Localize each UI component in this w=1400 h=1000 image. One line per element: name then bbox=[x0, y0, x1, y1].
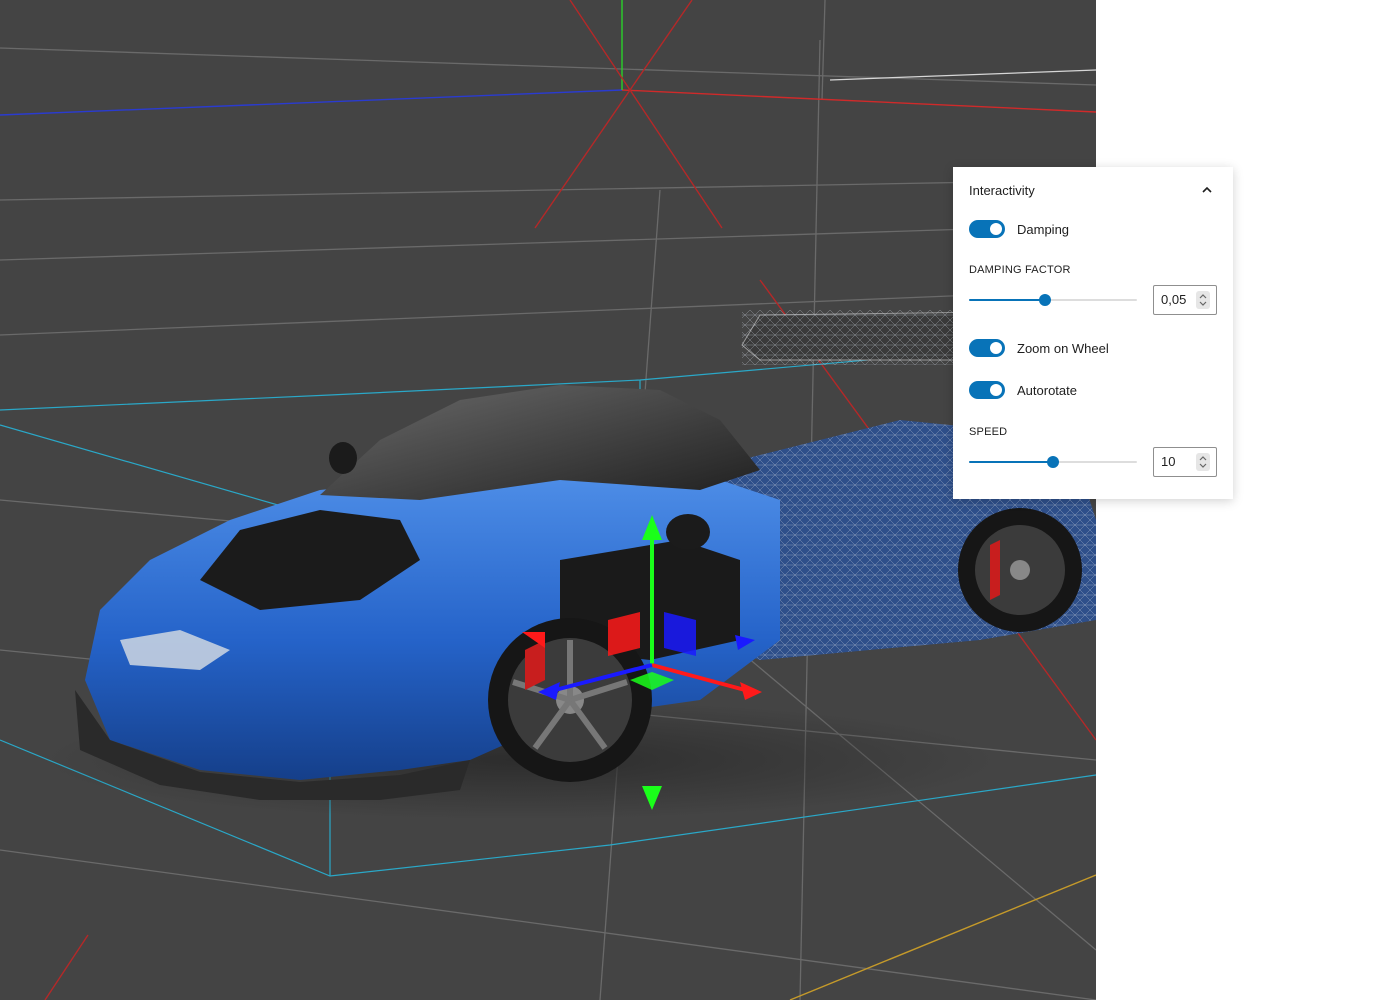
zoom-on-wheel-row: Zoom on Wheel bbox=[969, 338, 1109, 358]
damping-factor-stepper[interactable] bbox=[1196, 291, 1210, 309]
speed-slider[interactable] bbox=[969, 455, 1137, 469]
viewport-scene bbox=[0, 0, 1096, 1000]
3d-viewport[interactable] bbox=[0, 0, 1096, 1000]
damping-row: Damping bbox=[969, 219, 1069, 239]
stepper-arrows-icon bbox=[1199, 456, 1207, 468]
damping-factor-slider[interactable] bbox=[969, 293, 1137, 307]
speed-input[interactable] bbox=[1153, 447, 1217, 477]
damping-factor-value[interactable] bbox=[1161, 292, 1199, 307]
chevron-up-icon[interactable] bbox=[1199, 182, 1215, 198]
speed-stepper[interactable] bbox=[1196, 453, 1210, 471]
autorotate-label: Autorotate bbox=[1017, 382, 1077, 398]
autorotate-row: Autorotate bbox=[969, 380, 1077, 400]
damping-factor-input[interactable] bbox=[1153, 285, 1217, 315]
autorotate-toggle[interactable] bbox=[969, 381, 1005, 399]
speed-value[interactable] bbox=[1161, 454, 1199, 469]
interactivity-panel: Interactivity Damping DAMPING FACTOR Zoo… bbox=[953, 167, 1233, 499]
stepper-arrows-icon bbox=[1199, 294, 1207, 306]
damping-label: Damping bbox=[1017, 221, 1070, 237]
zoom-on-wheel-toggle[interactable] bbox=[969, 339, 1005, 357]
speed-label: SPEED bbox=[969, 426, 1008, 438]
zoom-on-wheel-label: Zoom on Wheel bbox=[1017, 340, 1109, 356]
damping-factor-label: DAMPING FACTOR bbox=[969, 264, 1071, 276]
damping-toggle[interactable] bbox=[969, 220, 1005, 238]
panel-title: Interactivity bbox=[969, 183, 1035, 198]
